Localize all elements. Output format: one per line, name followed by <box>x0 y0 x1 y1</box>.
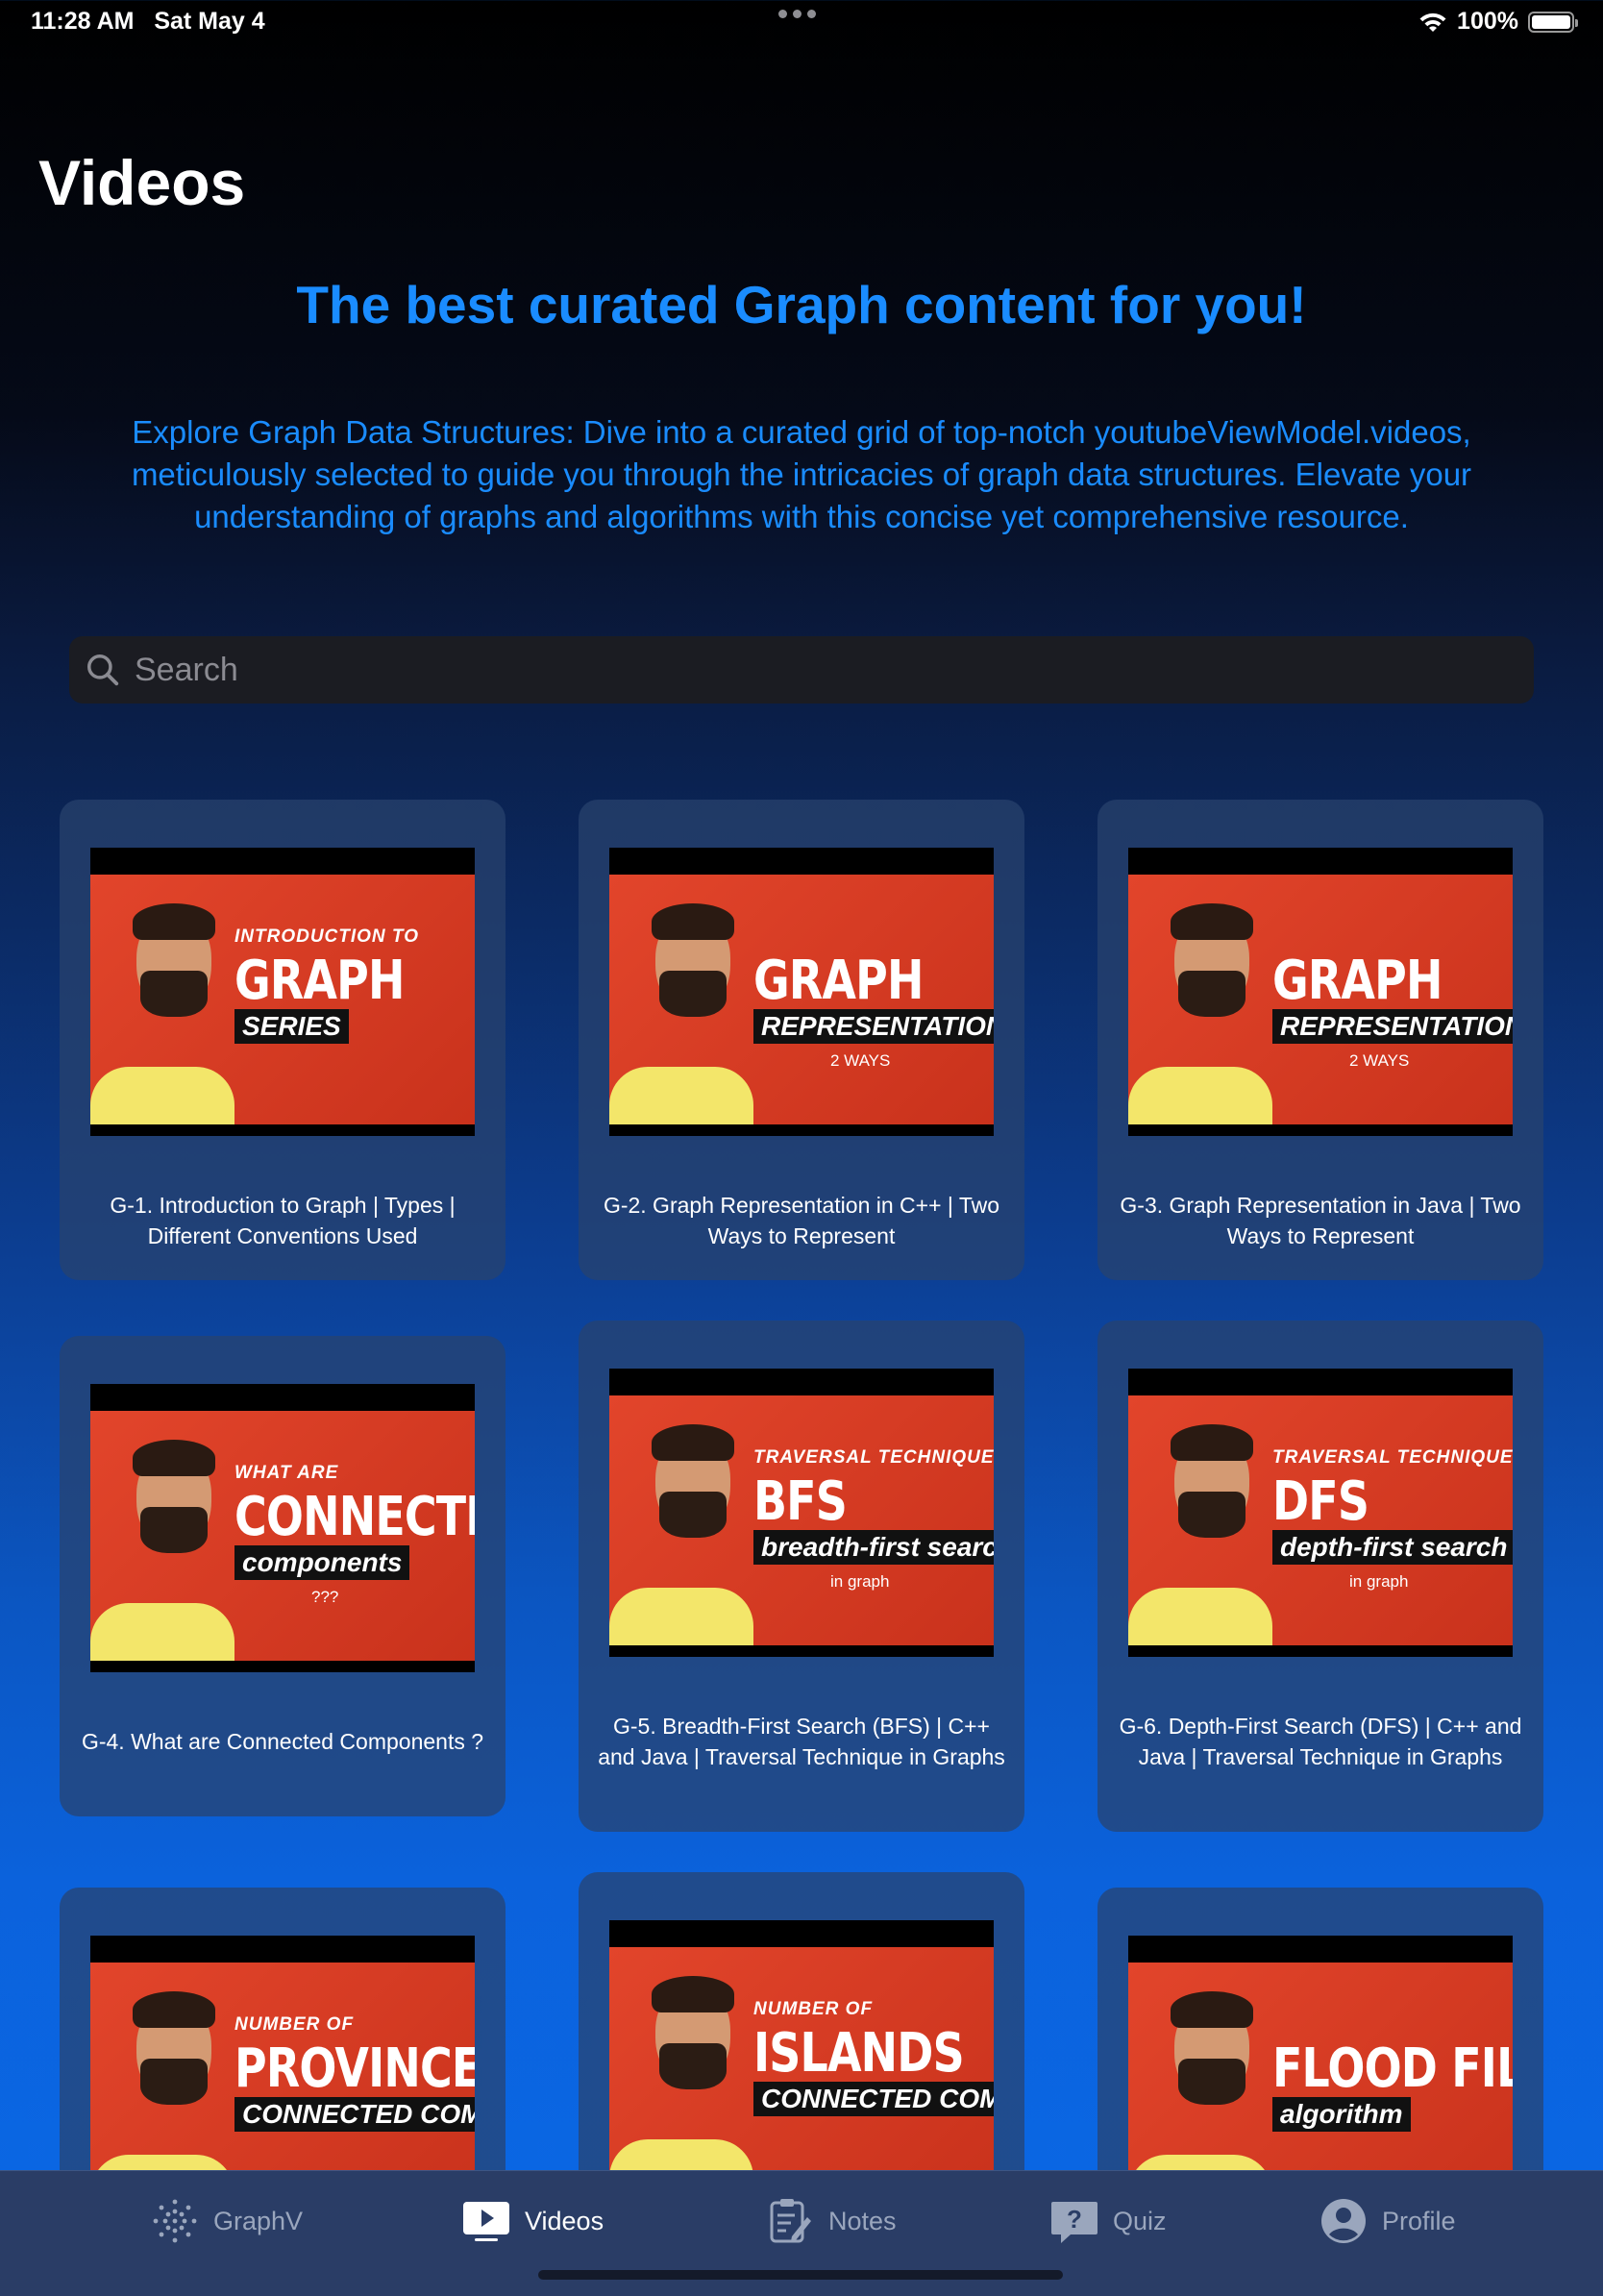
thumbnail-text: 2 WAYS <box>830 1051 891 1070</box>
thumbnail-image: WHAT ARE CONNECTEDcomponents??? <box>90 1411 475 1661</box>
video-thumbnail[interactable]: WHAT ARE CONNECTEDcomponents??? <box>90 1384 475 1672</box>
video-thumbnail[interactable]: INTRODUCTION TO GRAPH SERIES <box>90 848 475 1136</box>
thumbnail-text: CONNECTED COMPONENTS <box>234 2097 475 2132</box>
thumbnail-text: ??? <box>311 1588 339 1606</box>
thumbnail-text: SERIES <box>234 1009 349 1044</box>
thumbnail-image: NUMBER OF ISLANDSCONNECTED COMPONENTS <box>609 1947 994 2197</box>
tab-quiz[interactable]: ? Quiz <box>1049 2196 1167 2246</box>
thumbnail-text: PROVINCES <box>234 2037 475 2100</box>
thumbnail-text: REPRESENTATION in Java <box>1272 1009 1513 1044</box>
thumbnail-text: FLOOD FILL <box>1272 2037 1513 2100</box>
question-icon: ? <box>1051 2202 1097 2243</box>
search-icon <box>87 654 119 686</box>
person-icon <box>1321 2199 1366 2243</box>
video-card[interactable]: TRAVERSAL TECHNIQUES BFS breadth-first sea… <box>579 1321 1024 1832</box>
wifi-icon <box>1419 12 1446 32</box>
battery-percent: 100% <box>1457 8 1518 35</box>
thumbnail-text: 2 WAYS <box>1349 1051 1410 1070</box>
tagline: The best curated Graph content for you! <box>296 275 1307 334</box>
video-thumbnail[interactable]: NUMBER OF ISLANDSCONNECTED COMPONENTS <box>609 1920 994 2209</box>
video-thumbnail[interactable]: TRAVERSAL TECHNIQUES DFS depth-first searc… <box>1128 1369 1513 1657</box>
thumbnail-text: TRAVERSAL TECHNIQUES <box>1272 1447 1513 1468</box>
video-card[interactable]: GRAPHREPRESENTATION in Java 2 WAYS G-3. Gr… <box>1097 800 1543 1280</box>
tab-label: Notes <box>828 2206 897 2235</box>
thumbnail-text: GRAPH <box>1272 950 1443 1012</box>
play-icon <box>463 2202 509 2241</box>
video-title: G-1. Introduction to Graph | Types | Dif… <box>110 1193 456 1248</box>
video-card[interactable]: INTRODUCTION TO GRAPH SERIES G-1. Introduct… <box>60 800 506 1280</box>
tab-label: Quiz <box>1113 2206 1167 2235</box>
status-right: 100% <box>1418 8 1578 36</box>
tab-label: GraphV <box>213 2206 304 2235</box>
thumbnail-image: GRAPHREPRESENTATION in C++ 2 WAYS <box>609 875 994 1124</box>
video-title: G-3. Graph Representation in Java | Two … <box>1120 1193 1521 1248</box>
thumbnail-image: GRAPHREPRESENTATION in Java 2 WAYS <box>1128 875 1513 1124</box>
thumbnail-text: GRAPH <box>753 950 924 1012</box>
tab-graphv[interactable]: GraphV <box>150 2196 303 2246</box>
thumbnail-text: INTRODUCTION TO <box>234 926 419 947</box>
thumbnail-text: in graph <box>1349 1572 1409 1591</box>
thumbnail-text: CONNECTED <box>234 1486 475 1548</box>
video-card[interactable]: WHAT ARE CONNECTEDcomponents??? G-4. What … <box>60 1336 506 1816</box>
tab-label: Profile <box>1382 2206 1456 2235</box>
thumbnail-text: GRAPH <box>234 950 405 1012</box>
thumbnail-text: DFS <box>1272 1470 1369 1533</box>
page-title: Videos <box>38 147 246 218</box>
tab-profile[interactable]: Profile <box>1319 2196 1456 2246</box>
svg-text:?: ? <box>1067 2205 1082 2234</box>
video-title: G-6. Depth-First Search (DFS) | C++ and … <box>1119 1714 1522 1769</box>
thumbnail-text: NUMBER OF <box>234 2014 355 2035</box>
video-thumbnail[interactable]: GRAPHREPRESENTATION in C++ 2 WAYS <box>609 848 994 1136</box>
thumbnail-text: algorithm <box>1272 2097 1411 2132</box>
video-title: G-2. Graph Representation in C++ | Two W… <box>603 1193 1000 1248</box>
video-thumbnail[interactable]: TRAVERSAL TECHNIQUES BFS breadth-first sea… <box>609 1369 994 1657</box>
thumbnail-text: in graph <box>830 1572 890 1591</box>
thumbnail-image: TRAVERSAL TECHNIQUES BFS breadth-first sea… <box>609 1395 994 1645</box>
thumbnail-text: REPRESENTATION in C++ <box>753 1009 994 1044</box>
thumbnail-image: INTRODUCTION TO GRAPH SERIES <box>90 875 475 1124</box>
home-indicator[interactable] <box>538 2270 1063 2280</box>
video-card[interactable]: GRAPHREPRESENTATION in C++ 2 WAYS G-2. Gra… <box>579 800 1024 1280</box>
thumbnail-text: TRAVERSAL TECHNIQUES <box>753 1447 994 1468</box>
search-bar[interactable] <box>69 636 1534 704</box>
status-time: 11:28 AM Sat May 4 <box>31 8 265 35</box>
thumbnail-text: NUMBER OF <box>753 1999 874 2019</box>
thumbnail-text: ISLANDS <box>753 2022 965 2085</box>
video-card[interactable]: TRAVERSAL TECHNIQUES DFS depth-first searc… <box>1097 1321 1543 1832</box>
thumbnail-image: TRAVERSAL TECHNIQUES DFS depth-first searc… <box>1128 1395 1513 1645</box>
search-input[interactable] <box>133 650 1482 690</box>
notes-icon <box>770 2199 811 2243</box>
video-title: G-4. What are Connected Components ? <box>81 1729 484 1754</box>
thumbnail-text: depth-first search <box>1272 1530 1513 1565</box>
thumbnail-text: BFS <box>753 1470 848 1533</box>
multitasking-dots-icon[interactable] <box>778 10 816 18</box>
thumbnail-text: components <box>234 1545 410 1580</box>
status-bar: 11:28 AM Sat May 4 100% <box>0 0 1603 46</box>
battery-icon <box>1528 11 1578 33</box>
description: Explore Graph Data Structures: Dive into… <box>131 414 1472 534</box>
tab-notes[interactable]: Notes <box>765 2196 897 2246</box>
thumbnail-text: WHAT ARE <box>234 1463 339 1483</box>
thumbnail-text: CONNECTED COMPONENTS <box>753 2082 994 2116</box>
graph-dots-icon <box>153 2199 197 2243</box>
video-title: G-5. Breadth-First Search (BFS) | C++ an… <box>598 1714 1005 1769</box>
tab-label: Videos <box>525 2206 604 2235</box>
thumbnail-text: breadth-first search <box>753 1530 994 1565</box>
tab-videos[interactable]: Videos <box>461 2196 604 2246</box>
video-thumbnail[interactable]: GRAPHREPRESENTATION in Java 2 WAYS <box>1128 848 1513 1136</box>
